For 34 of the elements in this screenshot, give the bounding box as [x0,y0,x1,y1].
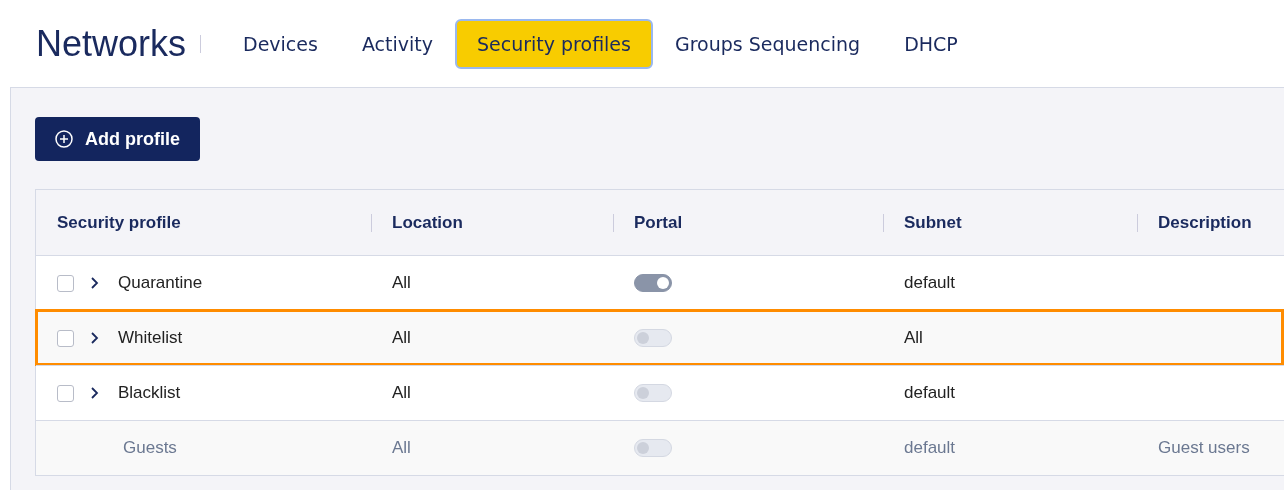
subnet-cell: All [904,328,923,348]
row-checkbox[interactable] [57,329,74,347]
location-cell: All [392,273,411,293]
nav-tab[interactable]: Activity [339,18,455,69]
profile-name: Guests [123,438,177,458]
page-title: Networks [36,22,187,65]
location-cell: All [392,328,411,348]
column-header[interactable]: Subnet [904,212,962,233]
row-checkbox[interactable] [57,384,74,402]
column-header[interactable]: Portal [634,212,683,233]
portal-toggle[interactable] [634,274,672,292]
description-cell: Guest users [1158,438,1250,458]
subnet-cell: default [904,273,956,293]
highlighted-row[interactable]: Whitelist All All [36,310,1283,365]
chevron-icon[interactable] [89,331,99,345]
subnet-cell: default [904,438,956,458]
profile-name: Quarantine [118,273,203,293]
subnet-cell: default [904,383,956,403]
profile-name: Blacklist [118,383,181,403]
location-cell: All [392,383,411,403]
chevron-icon[interactable] [89,276,99,290]
plus-circle-icon [55,130,73,148]
nav-tab[interactable]: Security profiles [455,18,653,69]
profile-name: Whitelist [118,328,183,348]
chevron-icon[interactable] [89,386,99,400]
nav-tab[interactable]: Devices [221,18,340,69]
row-checkbox[interactable] [57,274,74,292]
nav-tab[interactable]: DHCP [882,18,980,69]
column-header[interactable]: Location [392,212,463,233]
nav-tab[interactable]: Groups Sequencing [652,18,883,69]
column-header[interactable]: Description [1158,212,1252,233]
add-profile-button[interactable]: Add profile [35,117,200,161]
column-header[interactable]: Security profile [57,212,181,233]
location-cell: All [392,438,411,458]
